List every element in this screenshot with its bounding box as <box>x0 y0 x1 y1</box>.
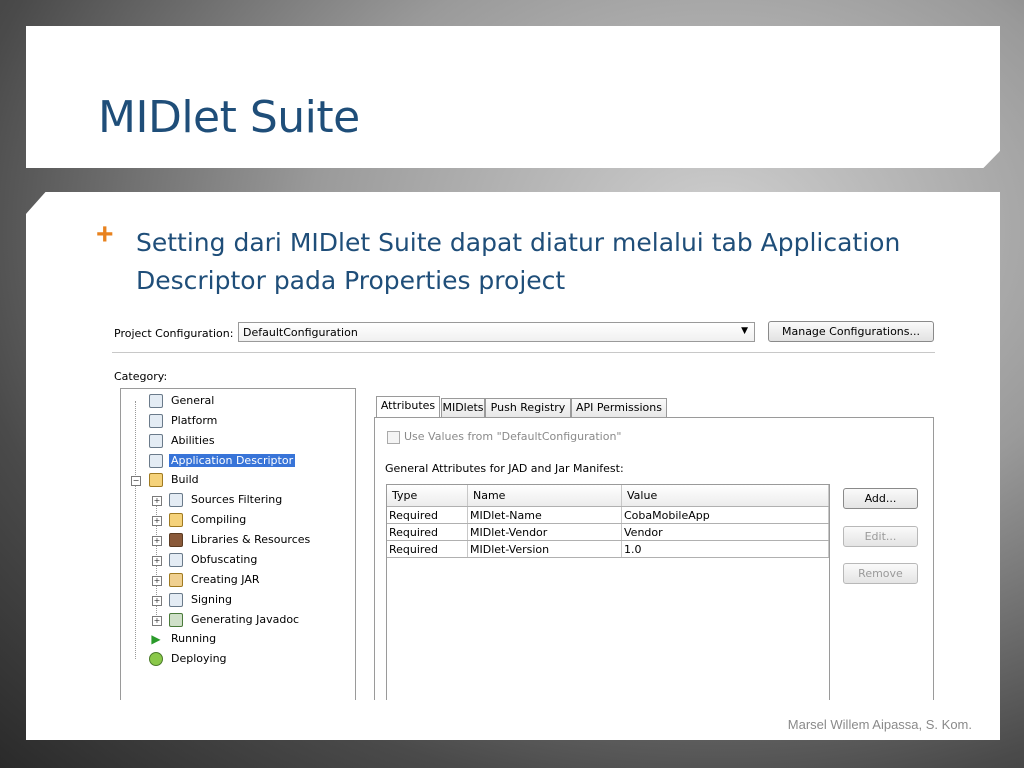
tree-item-application-descriptor[interactable]: Application Descriptor <box>149 452 296 470</box>
cell-name: MIDlet-Version <box>467 540 622 558</box>
tree-item-label: Creating JAR <box>191 573 260 586</box>
tree-item-running[interactable]: ▶ Running <box>149 630 218 648</box>
attributes-table: Type Name Value Required MIDlet-Name Cob… <box>386 484 830 700</box>
signing-icon <box>169 593 183 607</box>
tree-line <box>135 401 136 659</box>
tree-item-label: Obfuscating <box>191 553 258 566</box>
edit-button[interactable]: Edit... <box>843 526 918 547</box>
tab-push-registry[interactable]: Push Registry <box>485 398 571 417</box>
table-header-row: Type Name Value <box>387 485 829 507</box>
tab-api-permissions[interactable]: API Permissions <box>571 398 667 417</box>
tree-item-label: Running <box>171 632 217 645</box>
config-value: DefaultConfiguration <box>243 326 358 339</box>
collapse-icon[interactable]: − <box>131 476 141 486</box>
expand-icon[interactable]: + <box>152 556 162 566</box>
abilities-icon <box>149 434 163 448</box>
cell-type: Required <box>387 523 468 541</box>
tree-item-compiling[interactable]: Compiling <box>169 511 248 529</box>
use-values-label: Use Values from "DefaultConfiguration" <box>404 430 622 443</box>
tree-item-platform[interactable]: Platform <box>149 412 219 430</box>
tree-item-sources-filtering[interactable]: Sources Filtering <box>169 491 284 509</box>
platform-icon <box>149 414 163 428</box>
tree-item-general[interactable]: General <box>149 392 216 410</box>
tree-item-libraries-resources[interactable]: Libraries & Resources <box>169 531 312 549</box>
descriptor-icon <box>149 454 163 468</box>
properties-dialog-screenshot: Project Configuration: DefaultConfigurat… <box>110 314 937 700</box>
expand-icon[interactable]: + <box>152 576 162 586</box>
jar-icon <box>169 573 183 587</box>
javadoc-icon <box>169 613 183 627</box>
libraries-icon <box>169 533 183 547</box>
config-label: Project Configuration: <box>114 327 234 340</box>
tab-midlets[interactable]: MIDlets <box>441 398 485 417</box>
tab-attributes[interactable]: Attributes <box>376 396 440 417</box>
deploy-icon <box>149 652 163 666</box>
tree-item-label: Abilities <box>171 434 215 447</box>
table-row[interactable]: Required MIDlet-Version 1.0 <box>387 540 829 558</box>
tree-item-build[interactable]: Build <box>149 471 201 489</box>
general-icon <box>149 394 163 408</box>
tree-item-label: General <box>171 394 215 407</box>
tree-item-label: Build <box>171 473 199 486</box>
cell-type: Required <box>387 540 468 558</box>
divider <box>112 352 935 353</box>
tree-item-label: Application Descriptor <box>169 454 296 467</box>
tree-item-deploying[interactable]: Deploying <box>149 650 229 668</box>
plus-bullet-icon: + <box>96 218 114 251</box>
tree-item-creating-jar[interactable]: Creating JAR <box>169 571 262 589</box>
add-button[interactable]: Add... <box>843 488 918 509</box>
cell-type: Required <box>387 506 468 524</box>
expand-icon[interactable]: + <box>152 516 162 526</box>
attributes-panel: Use Values from "DefaultConfiguration" G… <box>374 417 934 700</box>
expand-icon[interactable]: + <box>152 596 162 606</box>
category-label: Category: <box>114 370 168 383</box>
expand-icon[interactable]: + <box>152 616 162 626</box>
column-header-value[interactable]: Value <box>621 485 829 507</box>
use-values-checkbox-row[interactable]: Use Values from "DefaultConfiguration" <box>387 430 622 444</box>
manage-configurations-button[interactable]: Manage Configurations... <box>768 321 934 342</box>
use-values-checkbox[interactable] <box>387 430 400 444</box>
tree-item-signing[interactable]: Signing <box>169 591 234 609</box>
tree-item-label: Signing <box>191 593 233 606</box>
filter-icon <box>169 493 183 507</box>
tree-item-obfuscating[interactable]: Obfuscating <box>169 551 259 569</box>
build-icon <box>149 473 163 487</box>
tree-item-label: Platform <box>171 414 218 427</box>
config-select[interactable]: DefaultConfiguration ▼ <box>238 322 755 342</box>
expand-icon[interactable]: + <box>152 496 162 506</box>
cell-name: MIDlet-Name <box>467 506 622 524</box>
slide-title: MIDlet Suite <box>98 92 360 143</box>
chevron-down-icon: ▼ <box>741 326 748 336</box>
table-row[interactable]: Required MIDlet-Vendor Vendor <box>387 523 829 541</box>
cell-value: Vendor <box>621 523 829 541</box>
tree-item-label: Deploying <box>171 652 227 665</box>
cell-value: 1.0 <box>621 540 829 558</box>
tree-item-label: Libraries & Resources <box>191 533 311 546</box>
cell-value: CobaMobileApp <box>621 506 829 524</box>
category-tree: General Platform Abilities Application D… <box>120 388 356 700</box>
footer-credit: Marsel Willem Aipassa, S. Kom. <box>787 717 972 732</box>
remove-button[interactable]: Remove <box>843 563 918 584</box>
general-attributes-label: General Attributes for JAD and Jar Manif… <box>385 462 624 475</box>
obfuscating-icon <box>169 553 183 567</box>
run-icon: ▶ <box>151 632 161 646</box>
tree-item-label: Compiling <box>191 513 247 526</box>
bullet-text: Setting dari MIDlet Suite dapat diatur m… <box>136 228 901 295</box>
config-row: Project Configuration: DefaultConfigurat… <box>114 318 934 346</box>
table-row[interactable]: Required MIDlet-Name CobaMobileApp <box>387 506 829 524</box>
expand-icon[interactable]: + <box>152 536 162 546</box>
tree-item-abilities[interactable]: Abilities <box>149 432 217 450</box>
content-card: + Setting dari MIDlet Suite dapat diatur… <box>26 192 1000 740</box>
tree-item-label: Sources Filtering <box>191 493 283 506</box>
column-header-name[interactable]: Name <box>467 485 622 507</box>
cell-name: MIDlet-Vendor <box>467 523 622 541</box>
compiling-icon <box>169 513 183 527</box>
title-card: MIDlet Suite <box>26 26 1000 168</box>
tree-item-generating-javadoc[interactable]: Generating Javadoc <box>169 611 301 629</box>
tree-item-label: Generating Javadoc <box>191 613 300 626</box>
column-header-type[interactable]: Type <box>387 485 468 507</box>
